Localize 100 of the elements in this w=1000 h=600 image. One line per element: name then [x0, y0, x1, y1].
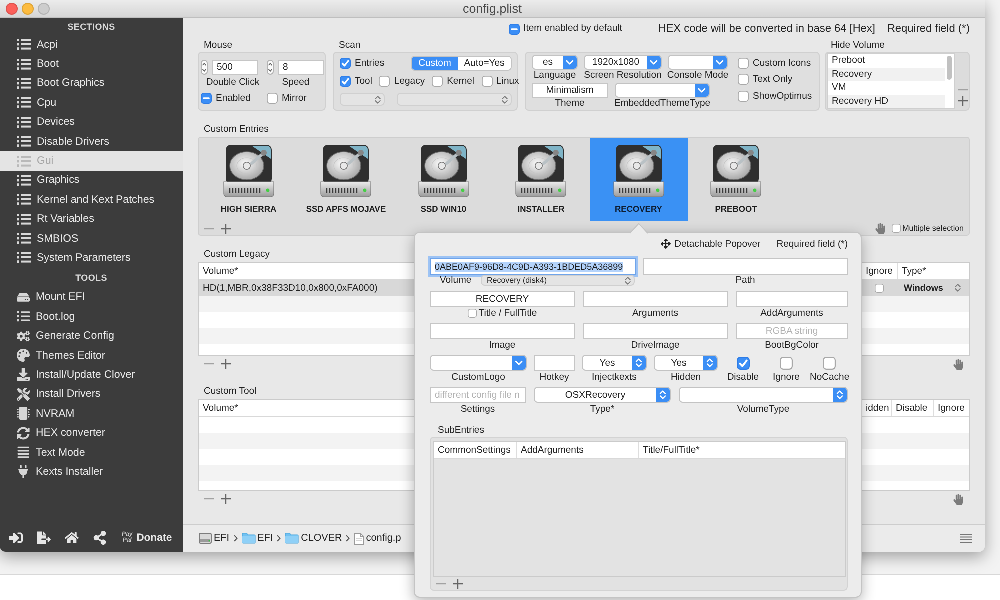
tool-item[interactable]: Text Mode: [0, 442, 183, 462]
close-button[interactable]: [6, 2, 18, 14]
text-field[interactable]: [534, 355, 575, 371]
tool-item[interactable]: Install Drivers: [0, 384, 183, 404]
plus-icon[interactable]: [221, 494, 231, 504]
list-item[interactable]: Recovery: [828, 68, 945, 81]
checkbox[interactable]: [738, 90, 749, 102]
sidebar-item[interactable]: Kernel and Kext Patches: [0, 190, 183, 210]
checkbox-label: Legacy: [394, 75, 426, 88]
stepper[interactable]: [201, 60, 208, 75]
text-field[interactable]: [583, 323, 728, 339]
checkbox[interactable]: [892, 224, 901, 233]
plus-icon[interactable]: [221, 224, 231, 234]
text-field[interactable]: RECOVERY: [430, 291, 575, 307]
sidebar-item[interactable]: SMBIOS: [0, 228, 183, 248]
sidebar-item[interactable]: Acpi: [0, 35, 183, 54]
tool-item[interactable]: Mount EFI: [0, 288, 183, 308]
plus-icon[interactable]: [221, 359, 231, 369]
dropdown[interactable]: Yes: [654, 355, 718, 371]
checkbox[interactable]: [780, 356, 793, 370]
hand-icon[interactable]: [953, 494, 964, 504]
file-export-icon[interactable]: [37, 531, 51, 545]
text-field[interactable]: RGBA string: [736, 323, 848, 339]
path-segment[interactable]: EFI: [242, 533, 274, 544]
text-field[interactable]: Minimalism: [532, 83, 608, 98]
checkbox[interactable]: [432, 76, 444, 87]
tool-item[interactable]: Themes Editor: [0, 346, 183, 366]
checkbox[interactable]: [508, 24, 520, 34]
lines-icon[interactable]: [960, 534, 972, 543]
entry-tile[interactable]: SSD APFS MOJAVE: [298, 138, 395, 221]
entry-tile[interactable]: SSD WIN10: [395, 138, 492, 221]
volume-field[interactable]: 0ABE0AF9-96D8-4C9D-A393-1BDED5A36899: [430, 258, 636, 275]
move-icon[interactable]: [660, 239, 671, 249]
sidebar-item[interactable]: Graphics: [0, 170, 183, 190]
hand-icon[interactable]: [874, 223, 886, 234]
minus-icon[interactable]: [204, 228, 214, 230]
text-field[interactable]: different config file n: [430, 387, 526, 403]
text-field[interactable]: [430, 323, 575, 339]
sidebar-item[interactable]: System Parameters: [0, 248, 183, 268]
checkbox[interactable]: [340, 58, 351, 69]
sign-in-icon[interactable]: [9, 531, 23, 545]
text-field[interactable]: [736, 291, 848, 307]
minimize-button[interactable]: [22, 2, 34, 14]
dropdown[interactable]: OSXRecovery: [534, 387, 671, 403]
dropdown[interactable]: 1920x1080: [584, 55, 662, 70]
checkbox[interactable]: [738, 58, 749, 68]
dropdown[interactable]: es: [532, 55, 578, 70]
tool-item[interactable]: Boot.log: [0, 307, 183, 326]
checkbox[interactable]: [823, 356, 836, 370]
minus-icon[interactable]: [204, 363, 214, 365]
tool-item[interactable]: NVRAM: [0, 404, 183, 424]
tool-item[interactable]: Kexts Installer: [0, 462, 183, 482]
zoom-button[interactable]: [38, 2, 50, 14]
dropdown[interactable]: Yes: [582, 355, 647, 371]
scrollbar[interactable]: [947, 56, 952, 80]
text-field[interactable]: [643, 258, 848, 275]
entry-tile[interactable]: HIGH SIERRA: [200, 138, 298, 221]
list-item[interactable]: Recovery HD: [828, 94, 945, 108]
sidebar-item[interactable]: Disable Drivers: [0, 132, 183, 152]
tool-item[interactable]: Generate Config: [0, 326, 183, 346]
dropdown[interactable]: [679, 387, 848, 403]
checkbox[interactable]: [482, 76, 493, 87]
checkbox[interactable]: [267, 93, 278, 104]
dropdown[interactable]: Recovery (disk4): [481, 275, 635, 286]
hand-icon[interactable]: [953, 358, 964, 370]
stepper[interactable]: [267, 60, 274, 75]
plus-icon[interactable]: [453, 578, 463, 588]
home-icon[interactable]: [65, 531, 79, 545]
minus-icon[interactable]: [436, 582, 446, 584]
dropdown[interactable]: [668, 55, 728, 70]
checkbox[interactable]: [379, 76, 390, 87]
dropdown[interactable]: [615, 83, 710, 98]
number-field[interactable]: 8: [278, 60, 324, 75]
sidebar-item[interactable]: Boot: [0, 54, 183, 74]
number-field[interactable]: 500: [212, 60, 258, 75]
entry-tile[interactable]: RECOVERY: [590, 138, 688, 221]
share-icon[interactable]: [93, 531, 107, 545]
minus-icon[interactable]: [204, 498, 214, 500]
checkbox[interactable]: [874, 284, 884, 292]
entry-tile[interactable]: INSTALLER: [492, 138, 590, 221]
sidebar-item[interactable]: Rt Variables: [0, 210, 183, 229]
minus-icon[interactable]: [958, 89, 968, 91]
path-segment[interactable]: config.p: [354, 532, 402, 544]
text-field[interactable]: [583, 291, 728, 307]
sidebar-item[interactable]: Cpu: [0, 93, 183, 113]
tool-item[interactable]: Install/Update Clover: [0, 365, 183, 385]
plus-icon[interactable]: [958, 96, 968, 106]
tool-item[interactable]: HEX converter: [0, 423, 183, 443]
checkbox[interactable]: [201, 93, 212, 104]
entry-tile[interactable]: PREBOOT: [688, 138, 785, 221]
checkbox[interactable]: [736, 356, 750, 370]
checkbox[interactable]: [340, 76, 351, 87]
path-segment[interactable]: EFI: [199, 533, 230, 544]
checkbox[interactable]: [468, 309, 477, 318]
checkbox[interactable]: [738, 74, 749, 85]
sidebar-item[interactable]: Boot Graphics: [0, 74, 183, 94]
dropdown[interactable]: [430, 355, 527, 371]
sidebar-item[interactable]: Devices: [0, 112, 183, 132]
path-segment[interactable]: CLOVER: [285, 533, 342, 544]
dropdown[interactable]: Windows: [897, 280, 969, 296]
